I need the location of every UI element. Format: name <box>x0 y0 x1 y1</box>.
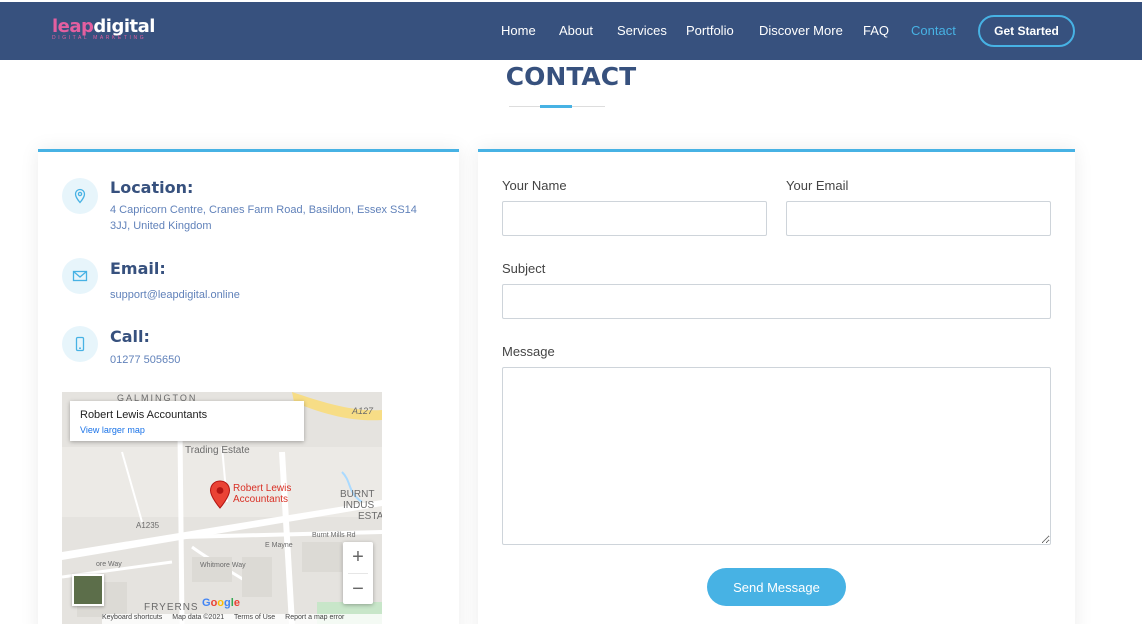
call-title: Call: <box>110 327 150 346</box>
site-logo[interactable]: leapdigital DIGITAL MARKETING <box>52 16 172 42</box>
google-map[interactable]: GALMINGTON A127 Trading Estate BURNT IND… <box>62 392 382 624</box>
email-input[interactable] <box>786 201 1051 236</box>
nav-faq[interactable]: FAQ <box>863 23 889 38</box>
phone-icon <box>62 326 98 362</box>
map-label-a1235: A1235 <box>136 521 160 530</box>
map-marker-icon[interactable] <box>209 480 231 510</box>
email-label: Your Email <box>786 178 849 193</box>
map-label-indus: INDUS <box>343 500 375 511</box>
keyboard-shortcuts-link[interactable]: Keyboard shortcuts <box>102 614 162 621</box>
zoom-out-button[interactable]: − <box>343 574 373 604</box>
logo-wordmark: leapdigital <box>52 16 155 37</box>
map-zoom-control: + − <box>343 542 373 604</box>
email-text[interactable]: support@leapdigital.online <box>110 287 440 303</box>
terms-of-use-link[interactable]: Terms of Use <box>234 614 275 621</box>
location-title: Location: <box>110 178 194 197</box>
nav-services[interactable]: Services <box>617 23 667 38</box>
subject-input[interactable] <box>502 284 1051 319</box>
nav-contact[interactable]: Contact <box>911 23 956 38</box>
message-textarea[interactable] <box>502 367 1051 545</box>
satellite-toggle-button[interactable] <box>72 574 104 606</box>
contact-form-card: Your Name Your Email Subject Message Sen… <box>478 149 1075 624</box>
zoom-in-button[interactable]: + <box>343 542 373 572</box>
get-started-button[interactable]: Get Started <box>978 15 1075 47</box>
map-label-ore-way: ore Way <box>96 561 122 568</box>
title-divider-accent <box>540 105 572 108</box>
subject-label: Subject <box>502 261 546 276</box>
header-top-line <box>0 0 1142 2</box>
map-pin-icon <box>62 178 98 214</box>
map-pin-label-line2: Accountants <box>233 494 289 505</box>
map-label-burnt-mills-rd: Burnt Mills Rd <box>312 532 356 539</box>
map-label-whitmore-way: Whitmore Way <box>200 562 246 569</box>
map-label-a127: A127 <box>352 406 374 416</box>
envelope-icon <box>62 258 98 294</box>
view-larger-map-link[interactable]: View larger map <box>80 425 145 435</box>
location-text: 4 Capricorn Centre, Cranes Farm Road, Ba… <box>110 204 417 232</box>
map-label-esta: ESTA <box>358 511 382 522</box>
send-message-button[interactable]: Send Message <box>707 568 846 606</box>
map-footer: Keyboard shortcuts Map data ©2021 Terms … <box>102 614 382 624</box>
site-header: leapdigital DIGITAL MARKETING Home About… <box>0 0 1142 60</box>
map-data-text: Map data ©2021 <box>172 614 225 621</box>
map-label-e-mayne: E Mayne <box>265 542 293 549</box>
report-map-error-link[interactable]: Report a map error <box>285 614 344 621</box>
map-label-trading-estate: Trading Estate <box>185 445 250 456</box>
map-label-fryerns: FRYERNS <box>144 602 199 613</box>
nav-about[interactable]: About <box>559 23 593 38</box>
name-input[interactable] <box>502 201 767 236</box>
email-title: Email: <box>110 259 166 278</box>
map-label-burnt: BURNT <box>340 489 375 500</box>
page-title: CONTACT <box>505 62 637 91</box>
map-pin-label-line1: Robert Lewis <box>233 483 292 494</box>
map-pin-label: Robert Lewis Accountants <box>233 483 291 505</box>
logo-digital-text: digital <box>93 16 155 37</box>
message-label: Message <box>502 344 555 359</box>
nav-portfolio[interactable]: Portfolio <box>686 23 734 38</box>
logo-leap-text: leap <box>52 16 94 37</box>
contact-info-card: Location: 4 Capricorn Centre, Cranes Far… <box>38 149 459 624</box>
logo-tagline: DIGITAL MARKETING <box>52 35 147 41</box>
nav-home[interactable]: Home <box>501 23 536 38</box>
call-text[interactable]: 01277 505650 <box>110 352 440 368</box>
map-place-card: Robert Lewis Accountants View larger map <box>70 401 304 441</box>
name-label: Your Name <box>502 178 567 193</box>
nav-discover-more[interactable]: Discover More <box>759 23 843 38</box>
map-place-title: Robert Lewis Accountants <box>80 409 208 421</box>
google-logo: Google <box>202 597 240 609</box>
